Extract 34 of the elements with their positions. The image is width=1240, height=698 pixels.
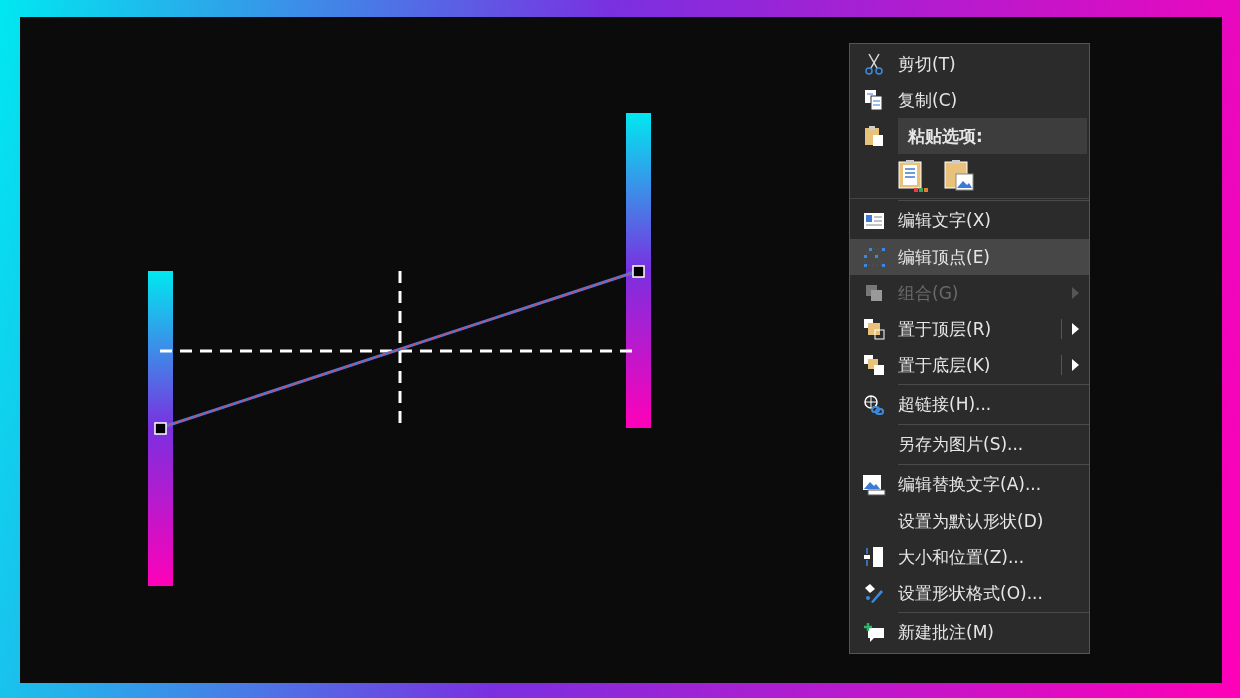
- comment-icon: [863, 621, 885, 644]
- globe-link-icon: [863, 393, 885, 416]
- menu-item[interactable]: 超链接(H)...: [850, 383, 1089, 423]
- menu-item[interactable]: 置于底层(K): [850, 347, 1089, 383]
- group-icon: [863, 282, 885, 304]
- menu-item[interactable]: 剪切(T): [850, 46, 1089, 82]
- menu-item[interactable]: 大小和位置(Z)...: [850, 539, 1089, 575]
- menu-item[interactable]: 设置形状格式(O)...: [850, 575, 1089, 611]
- paste-keep-text-button[interactable]: [896, 158, 930, 194]
- picture-icon: [862, 473, 886, 496]
- submenu-arrow-icon: [1072, 323, 1079, 335]
- menu-item[interactable]: 编辑顶点(E): [850, 239, 1089, 275]
- size-position-icon: [863, 546, 885, 568]
- submenu-arrow-icon: [1072, 287, 1079, 299]
- vertex-handle[interactable]: [632, 265, 645, 278]
- menu-item[interactable]: 新建批注(M): [850, 611, 1089, 651]
- bring-to-front-icon: [863, 318, 885, 340]
- paste-as-picture-button[interactable]: [942, 158, 976, 194]
- vertex-handle[interactable]: [154, 422, 167, 435]
- paint-brush-icon: [863, 582, 885, 604]
- text-box-icon: [863, 211, 885, 230]
- menu-item[interactable]: 置于顶层(R): [850, 311, 1089, 347]
- menu-item[interactable]: 复制(C): [850, 82, 1089, 118]
- menu-item[interactable]: 另存为图片(S)...: [850, 423, 1089, 463]
- copy-icon: [864, 89, 884, 111]
- vertex-icon: [862, 247, 886, 267]
- send-to-back-icon: [863, 354, 885, 376]
- menu-item[interactable]: 编辑替换文字(A)...: [850, 463, 1089, 503]
- paste-options-heading: 粘贴选项:: [898, 118, 1087, 154]
- menu-item[interactable]: 编辑文字(X): [850, 199, 1089, 239]
- clipboard-icon: [864, 125, 884, 147]
- submenu-arrow-icon: [1072, 359, 1079, 371]
- scissors-icon: [864, 53, 884, 75]
- menu-item[interactable]: 设置为默认形状(D): [850, 503, 1089, 539]
